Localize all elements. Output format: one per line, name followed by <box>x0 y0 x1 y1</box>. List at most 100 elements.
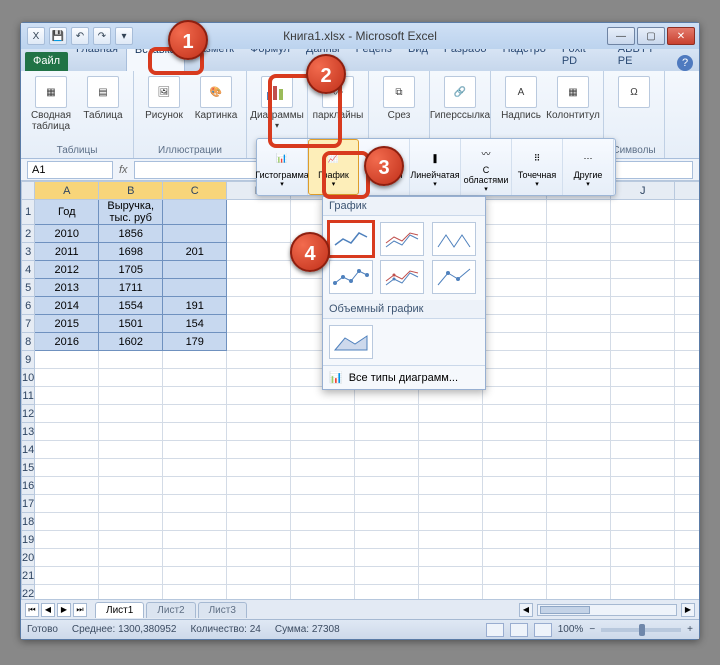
cell-H1[interactable] <box>483 200 547 225</box>
cell-G13[interactable] <box>419 423 483 441</box>
cell-J20[interactable] <box>611 549 675 567</box>
cell-K6[interactable] <box>675 297 699 315</box>
row-header-4[interactable]: 4 <box>22 261 35 279</box>
cell-E18[interactable] <box>291 513 355 531</box>
cell-D9[interactable] <box>227 351 291 369</box>
cell-H17[interactable] <box>483 495 547 513</box>
chart-type-6[interactable]: ⋯Другие▾ <box>563 139 614 195</box>
row-header-14[interactable]: 14 <box>22 441 35 459</box>
cell-B18[interactable] <box>99 513 163 531</box>
chart-type-5[interactable]: ⠿Точечная▾ <box>512 139 563 195</box>
cell-C6[interactable]: 191 <box>163 297 227 315</box>
chart-type-3[interactable]: ❚Линейчатая▾ <box>410 139 461 195</box>
cell-I1[interactable] <box>547 200 611 225</box>
cell-A1[interactable]: Год <box>35 200 99 225</box>
line-chart-option-4[interactable] <box>329 260 373 294</box>
cell-C13[interactable] <box>163 423 227 441</box>
cell-F20[interactable] <box>355 549 419 567</box>
cell-C7[interactable]: 154 <box>163 315 227 333</box>
row-header-19[interactable]: 19 <box>22 531 35 549</box>
cell-I14[interactable] <box>547 441 611 459</box>
cell-A6[interactable]: 2014 <box>35 297 99 315</box>
cell-C8[interactable]: 179 <box>163 333 227 351</box>
chart-type-0[interactable]: 📊Гистограмма▾ <box>257 139 308 195</box>
cell-E21[interactable] <box>291 567 355 585</box>
cell-I5[interactable] <box>547 279 611 297</box>
cell-D2[interactable] <box>227 225 291 243</box>
row-header-20[interactable]: 20 <box>22 549 35 567</box>
cell-A13[interactable] <box>35 423 99 441</box>
table-button[interactable]: ▤Таблица <box>79 73 127 139</box>
cell-H2[interactable] <box>483 225 547 243</box>
cell-J4[interactable] <box>611 261 675 279</box>
cell-G17[interactable] <box>419 495 483 513</box>
line-chart-option-3[interactable] <box>432 222 476 256</box>
col-header-B[interactable]: B <box>99 182 163 200</box>
cell-C15[interactable] <box>163 459 227 477</box>
cell-K17[interactable] <box>675 495 699 513</box>
cell-B9[interactable] <box>99 351 163 369</box>
cell-I22[interactable] <box>547 585 611 600</box>
cell-K7[interactable] <box>675 315 699 333</box>
cell-H5[interactable] <box>483 279 547 297</box>
cell-H19[interactable] <box>483 531 547 549</box>
header-footer-button[interactable]: ▦Колонтитул <box>549 73 597 139</box>
redo-icon[interactable]: ↷ <box>93 27 111 45</box>
cell-G16[interactable] <box>419 477 483 495</box>
cell-D19[interactable] <box>227 531 291 549</box>
cell-E22[interactable] <box>291 585 355 600</box>
cell-I20[interactable] <box>547 549 611 567</box>
maximize-button[interactable]: ▢ <box>637 27 665 45</box>
cell-I16[interactable] <box>547 477 611 495</box>
cell-K16[interactable] <box>675 477 699 495</box>
cell-I17[interactable] <box>547 495 611 513</box>
cell-D6[interactable] <box>227 297 291 315</box>
charts-button[interactable]: Диаграммы▾ <box>253 73 301 139</box>
cell-B15[interactable] <box>99 459 163 477</box>
cell-D16[interactable] <box>227 477 291 495</box>
cell-J21[interactable] <box>611 567 675 585</box>
cell-F22[interactable] <box>355 585 419 600</box>
col-header-K[interactable]: K <box>675 182 699 200</box>
col-header-C[interactable]: C <box>163 182 227 200</box>
cell-I10[interactable] <box>547 369 611 387</box>
cell-C19[interactable] <box>163 531 227 549</box>
cell-K12[interactable] <box>675 405 699 423</box>
cell-H9[interactable] <box>483 351 547 369</box>
cell-B20[interactable] <box>99 549 163 567</box>
qat-dropdown-icon[interactable]: ▾ <box>115 27 133 45</box>
cell-C21[interactable] <box>163 567 227 585</box>
cell-D11[interactable] <box>227 387 291 405</box>
cell-J22[interactable] <box>611 585 675 600</box>
cell-I7[interactable] <box>547 315 611 333</box>
row-header-11[interactable]: 11 <box>22 387 35 405</box>
cell-D20[interactable] <box>227 549 291 567</box>
cell-A15[interactable] <box>35 459 99 477</box>
row-header-8[interactable]: 8 <box>22 333 35 351</box>
cell-A7[interactable]: 2015 <box>35 315 99 333</box>
cell-K15[interactable] <box>675 459 699 477</box>
row-header-16[interactable]: 16 <box>22 477 35 495</box>
cell-C4[interactable] <box>163 261 227 279</box>
save-icon[interactable]: 💾 <box>49 27 67 45</box>
cell-K4[interactable] <box>675 261 699 279</box>
cell-F13[interactable] <box>355 423 419 441</box>
cell-E13[interactable] <box>291 423 355 441</box>
cell-F15[interactable] <box>355 459 419 477</box>
cell-K5[interactable] <box>675 279 699 297</box>
row-header-2[interactable]: 2 <box>22 225 35 243</box>
cell-B11[interactable] <box>99 387 163 405</box>
cell-H6[interactable] <box>483 297 547 315</box>
cell-K11[interactable] <box>675 387 699 405</box>
view-break-button[interactable] <box>534 623 552 637</box>
row-header-21[interactable]: 21 <box>22 567 35 585</box>
cell-J6[interactable] <box>611 297 675 315</box>
cell-G21[interactable] <box>419 567 483 585</box>
cell-D1[interactable] <box>227 200 291 225</box>
cell-G15[interactable] <box>419 459 483 477</box>
chart-type-4[interactable]: 〰С областями▾ <box>461 139 512 195</box>
tab-nav-prev[interactable]: ◀ <box>41 603 55 617</box>
cell-B13[interactable] <box>99 423 163 441</box>
cell-J18[interactable] <box>611 513 675 531</box>
clipart-button[interactable]: 🎨Картинка <box>192 73 240 139</box>
